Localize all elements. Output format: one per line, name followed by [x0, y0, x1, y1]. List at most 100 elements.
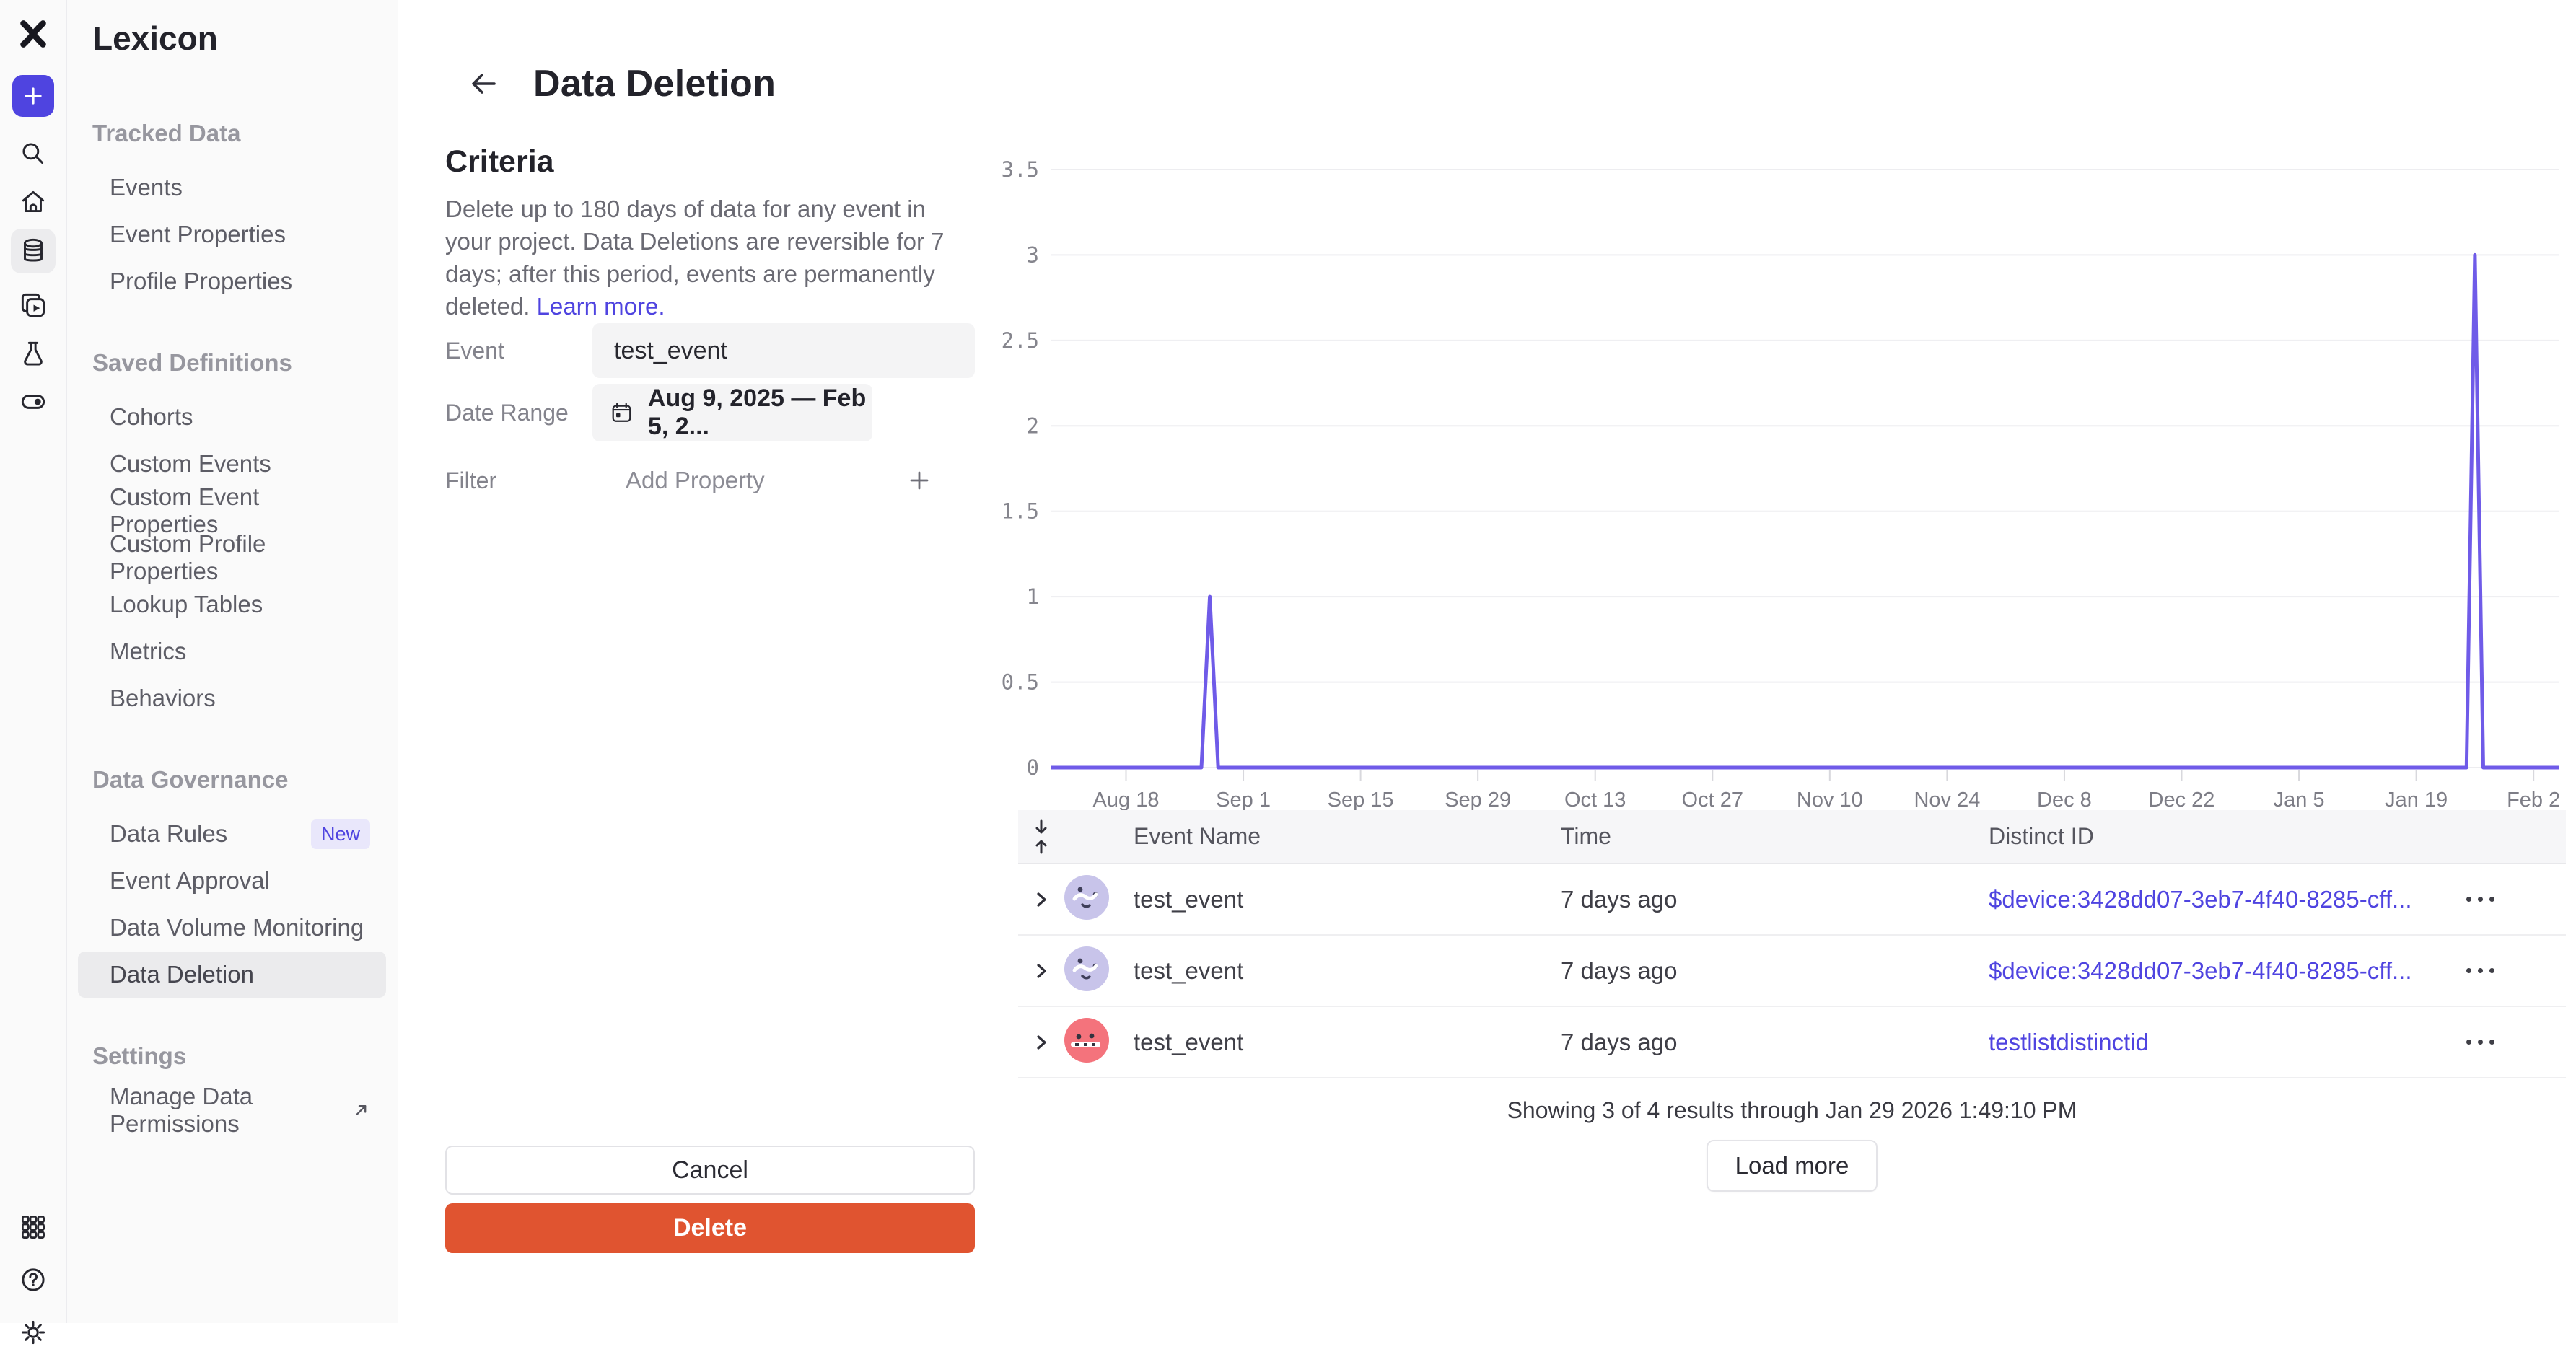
- apps-grid-icon[interactable]: [17, 1210, 50, 1244]
- table-row: test_event 7 days ago $device:3428dd07-3…: [1018, 936, 2566, 1007]
- svg-text:Oct 27: Oct 27: [1682, 788, 1743, 810]
- section-tracked-data: Tracked Data Events Event Properties Pro…: [78, 120, 386, 304]
- main-content: Data Deletion Criteria Delete up to 180 …: [399, 0, 2576, 1323]
- sidebar-item-event-approval[interactable]: Event Approval: [78, 858, 386, 904]
- sidebar-item-data-rules[interactable]: Data Rules New: [78, 811, 386, 857]
- svg-text:Dec 22: Dec 22: [2149, 788, 2215, 810]
- row-menu-ellipsis-icon[interactable]: [2437, 1040, 2566, 1045]
- event-volume-chart: 00.511.522.533.5Aug 18Sep 1Sep 15Sep 29O…: [982, 0, 2576, 810]
- sidebar-item-behaviors[interactable]: Behaviors: [78, 675, 386, 721]
- cell-time: 7 days ago: [1561, 886, 1989, 913]
- expand-row-chevron-icon[interactable]: [1018, 961, 1064, 981]
- svg-text:Jan 5: Jan 5: [2274, 788, 2325, 810]
- filter-area: Add Property: [592, 467, 975, 494]
- feature-flags-toggle-icon[interactable]: [17, 385, 50, 418]
- section-title: Tracked Data: [78, 120, 386, 147]
- filter-row: Filter Add Property: [445, 457, 975, 504]
- filter-label: Filter: [445, 467, 592, 494]
- sidebar-item-data-deletion[interactable]: Data Deletion: [78, 952, 386, 998]
- svg-text:Sep 1: Sep 1: [1216, 788, 1271, 810]
- event-label: Event: [445, 338, 592, 364]
- icon-rail: [0, 0, 67, 1323]
- svg-text:Oct 13: Oct 13: [1564, 788, 1626, 810]
- avatar: [1064, 1018, 1134, 1066]
- cell-event-name: test_event: [1134, 886, 1561, 913]
- add-filter-plus-icon[interactable]: [906, 467, 933, 494]
- svg-text:0.5: 0.5: [1002, 670, 1039, 695]
- learn-more-link[interactable]: Learn more.: [537, 293, 665, 320]
- sidebar-item-lookup-tables[interactable]: Lookup Tables: [78, 581, 386, 628]
- results-panel: 00.511.522.533.5Aug 18Sep 1Sep 15Sep 29O…: [982, 0, 2576, 1323]
- experiments-flask-icon[interactable]: [17, 337, 50, 370]
- event-input[interactable]: test_event: [592, 323, 975, 378]
- sidebar-item-manage-data-permissions[interactable]: Manage Data Permissions: [78, 1087, 386, 1133]
- sidebar-item-data-volume-monitoring[interactable]: Data Volume Monitoring: [78, 905, 386, 951]
- cell-time: 7 days ago: [1561, 1029, 1989, 1056]
- svg-text:1: 1: [1027, 584, 1039, 609]
- cancel-button[interactable]: Cancel: [445, 1146, 975, 1195]
- svg-text:Feb 2: Feb 2: [2507, 788, 2560, 810]
- svg-text:2.5: 2.5: [1002, 328, 1039, 353]
- mixpanel-logo-icon[interactable]: [17, 17, 50, 50]
- add-property-button[interactable]: Add Property: [626, 467, 765, 494]
- date-range-label: Date Range: [445, 400, 592, 426]
- sidebar-item-custom-event-properties[interactable]: Custom Event Properties: [78, 488, 386, 534]
- lexicon-sidebar: Lexicon Tracked Data Events Event Proper…: [66, 0, 398, 1323]
- section-saved-definitions: Saved Definitions Cohorts Custom Events …: [78, 349, 386, 721]
- date-range-picker[interactable]: Aug 9, 2025 — Feb 5, 2...: [592, 384, 872, 441]
- svg-text:Sep 29: Sep 29: [1445, 788, 1511, 810]
- svg-text:Nov 24: Nov 24: [1914, 788, 1980, 810]
- sidebar-item-custom-profile-properties[interactable]: Custom Profile Properties: [78, 535, 386, 581]
- external-link-icon: [352, 1099, 370, 1121]
- row-menu-ellipsis-icon[interactable]: [2437, 968, 2566, 973]
- expand-row-chevron-icon[interactable]: [1018, 1032, 1064, 1053]
- svg-text:2: 2: [1027, 413, 1039, 438]
- sidebar-item-metrics[interactable]: Metrics: [78, 628, 386, 674]
- sort-toggle-icon[interactable]: [1018, 818, 1064, 856]
- sidebar-item-event-properties[interactable]: Event Properties: [78, 211, 386, 258]
- cell-distinct-id-link[interactable]: $device:3428dd07-3eb7-4f40-8285-cff...: [1989, 957, 2437, 985]
- settings-gear-icon[interactable]: [17, 1316, 50, 1349]
- sidebar-item-cohorts[interactable]: Cohorts: [78, 394, 386, 440]
- svg-text:Jan 19: Jan 19: [2385, 788, 2448, 810]
- svg-text:1.5: 1.5: [1002, 499, 1039, 524]
- table-row: test_event 7 days ago $device:3428dd07-3…: [1018, 864, 2566, 936]
- help-icon[interactable]: [17, 1263, 50, 1296]
- svg-text:Sep 15: Sep 15: [1328, 788, 1394, 810]
- plus-icon: [22, 85, 44, 107]
- search-icon[interactable]: [17, 137, 50, 170]
- svg-text:3.5: 3.5: [1002, 157, 1039, 182]
- table-header: Event Name Time Distinct ID: [1018, 810, 2566, 864]
- session-replay-icon[interactable]: [17, 289, 50, 322]
- data-definitions-icon[interactable]: [11, 229, 56, 273]
- cell-event-name: test_event: [1134, 1029, 1561, 1056]
- section-data-governance: Data Governance Data Rules New Event App…: [78, 766, 386, 998]
- criteria-description: Delete up to 180 days of data for any ev…: [445, 193, 965, 323]
- load-more-button[interactable]: Load more: [1707, 1140, 1878, 1192]
- cell-distinct-id-link[interactable]: testlistdistinctid: [1989, 1029, 2437, 1056]
- row-menu-ellipsis-icon[interactable]: [2437, 897, 2566, 902]
- expand-row-chevron-icon[interactable]: [1018, 889, 1064, 910]
- section-title: Data Governance: [78, 766, 386, 794]
- home-icon[interactable]: [17, 185, 50, 219]
- create-new-button[interactable]: [12, 75, 54, 117]
- delete-button[interactable]: Delete: [445, 1203, 975, 1253]
- new-badge: New: [311, 819, 370, 849]
- results-summary: Showing 3 of 4 results through Jan 29 20…: [1018, 1097, 2566, 1124]
- sidebar-item-custom-events[interactable]: Custom Events: [78, 441, 386, 487]
- date-range-row: Date Range Aug 9, 2025 — Feb 5, 2...: [445, 384, 975, 441]
- sidebar-item-events[interactable]: Events: [78, 164, 386, 211]
- event-row: Event test_event: [445, 323, 975, 378]
- rail-bottom-group: [17, 1210, 50, 1349]
- cell-event-name: test_event: [1134, 957, 1561, 985]
- col-event-name: Event Name: [1134, 823, 1561, 850]
- svg-text:0: 0: [1027, 755, 1039, 780]
- cell-distinct-id-link[interactable]: $device:3428dd07-3eb7-4f40-8285-cff...: [1989, 886, 2437, 913]
- criteria-heading: Criteria: [445, 144, 554, 180]
- svg-text:3: 3: [1027, 242, 1039, 267]
- events-table: Event Name Time Distinct ID: [1018, 810, 2566, 1192]
- col-time: Time: [1561, 823, 1989, 850]
- sidebar-item-profile-properties[interactable]: Profile Properties: [78, 258, 386, 304]
- sidebar-title: Lexicon: [78, 19, 386, 58]
- avatar: [1064, 946, 1134, 995]
